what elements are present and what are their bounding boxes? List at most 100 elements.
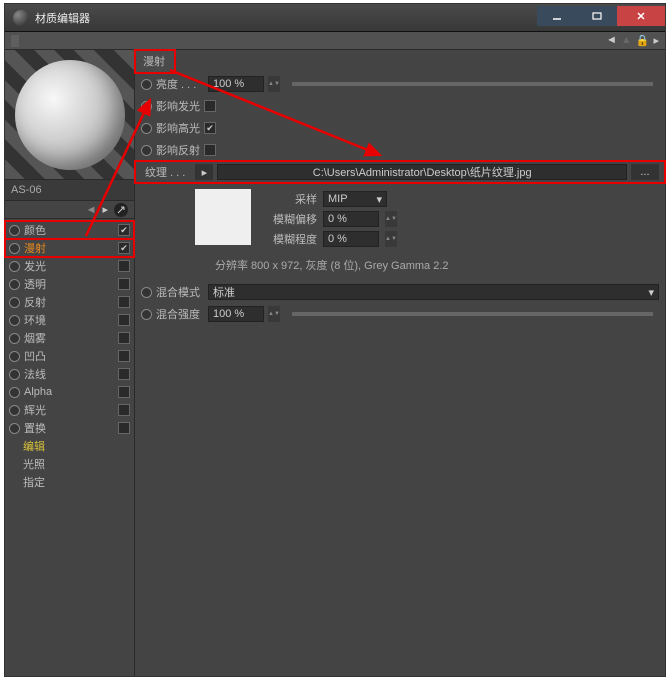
radio-icon[interactable] — [9, 315, 20, 326]
affect-specular-label: 影响高光 — [156, 120, 200, 136]
mix-mode-dropdown[interactable]: 标准▾ — [208, 284, 659, 300]
maximize-button[interactable] — [577, 6, 617, 26]
affect-luminance-label: 影响发光 — [156, 98, 200, 114]
channel-checkbox[interactable] — [118, 314, 130, 326]
radio-icon[interactable] — [141, 287, 152, 298]
material-nav: ◄ ▸ — [5, 201, 134, 219]
blur-scale-spinner[interactable]: ▲▼ — [385, 231, 397, 247]
radio-icon[interactable] — [9, 297, 20, 308]
sampling-label: 采样 — [261, 191, 317, 207]
mix-strength-spinner[interactable]: ▲▼ — [268, 306, 280, 322]
channel-checkbox[interactable] — [118, 242, 130, 254]
radio-icon[interactable] — [9, 405, 20, 416]
channel-checkbox[interactable] — [118, 260, 130, 272]
channel-list: 颜色漫射发光透明反射环境烟雾凹凸法线 Alpha 辉光置换编辑光照指定 — [5, 219, 134, 493]
radio-icon[interactable] — [9, 387, 20, 398]
radio-icon[interactable] — [141, 79, 152, 90]
channel-environment[interactable]: 环境 — [5, 311, 134, 329]
texture-detail: 采样 MIP▾ 模糊偏移 0 % ▲▼ 模糊程度 0 % ▲▼ — [135, 183, 665, 253]
brightness-slider[interactable] — [292, 82, 653, 86]
channel-normal[interactable]: 法线 — [5, 365, 134, 383]
sub-edit[interactable]: 编辑 — [5, 437, 134, 455]
close-button[interactable] — [617, 6, 665, 26]
texture-thumbnail[interactable] — [195, 189, 251, 245]
nav-back-icon[interactable]: ◄ — [606, 34, 617, 47]
minimize-button[interactable] — [537, 6, 577, 26]
channel-alpha[interactable]: Alpha — [5, 383, 134, 401]
affect-reflection-checkbox[interactable] — [204, 144, 216, 156]
affect-specular-checkbox[interactable] — [204, 122, 216, 134]
next-material-icon[interactable] — [114, 203, 128, 217]
titlebar[interactable]: 材质编辑器 — [5, 4, 665, 32]
channel-glow[interactable]: 辉光 — [5, 401, 134, 419]
channel-label: 反射 — [24, 294, 118, 310]
channel-checkbox[interactable] — [118, 332, 130, 344]
mix-mode-row: 混合模式 标准▾ — [135, 281, 665, 303]
channel-label: 烟雾 — [24, 330, 118, 346]
brightness-label: 亮度 . . . — [156, 76, 204, 92]
mix-strength-slider[interactable] — [292, 312, 653, 316]
blur-offset-input[interactable]: 0 % — [323, 211, 379, 227]
lock-icon[interactable]: 🔒 — [636, 34, 650, 47]
material-name[interactable]: AS-06 — [5, 180, 134, 201]
channel-checkbox[interactable] — [118, 350, 130, 362]
channel-luminance[interactable]: 发光 — [5, 257, 134, 275]
channel-checkbox[interactable] — [118, 368, 130, 380]
affect-specular-row: 影响高光 — [135, 117, 665, 139]
brightness-input[interactable]: 100 % — [208, 76, 264, 92]
affect-luminance-checkbox[interactable] — [204, 100, 216, 112]
channel-checkbox[interactable] — [118, 404, 130, 416]
radio-icon[interactable] — [141, 123, 152, 134]
radio-icon[interactable] — [9, 225, 20, 236]
channel-label: Alpha — [24, 386, 118, 398]
channel-label: 环境 — [24, 312, 118, 328]
sub-illumination[interactable]: 光照 — [5, 455, 134, 473]
radio-icon[interactable] — [141, 309, 152, 320]
radio-icon[interactable] — [141, 101, 152, 112]
material-preview[interactable] — [5, 50, 134, 180]
channel-fog[interactable]: 烟雾 — [5, 329, 134, 347]
sep-icon: ▸ — [102, 203, 108, 216]
toolbar: ▒ ◄ ▲ 🔒 ▸ — [5, 32, 665, 50]
brightness-spinner[interactable]: ▲▼ — [268, 76, 280, 92]
menu-icon[interactable]: ▸ — [653, 34, 659, 47]
blur-scale-input[interactable]: 0 % — [323, 231, 379, 247]
radio-icon[interactable] — [9, 279, 20, 290]
blur-offset-spinner[interactable]: ▲▼ — [385, 211, 397, 227]
blur-offset-row: 模糊偏移 0 % ▲▼ — [261, 209, 659, 229]
channel-checkbox[interactable] — [118, 224, 130, 236]
channel-reflection[interactable]: 反射 — [5, 293, 134, 311]
channel-transparency[interactable]: 透明 — [5, 275, 134, 293]
radio-icon[interactable] — [9, 369, 20, 380]
radio-icon[interactable] — [9, 261, 20, 272]
radio-icon[interactable] — [141, 145, 152, 156]
channel-checkbox[interactable] — [118, 422, 130, 434]
material-editor-window: 材质编辑器 ▒ ◄ ▲ 🔒 ▸ AS-06 ◄ ▸ 颜色漫射发光透明反射环 — [4, 3, 666, 677]
radio-icon[interactable] — [9, 423, 20, 434]
brightness-row: 亮度 . . . 100 % ▲▼ — [135, 73, 665, 95]
channel-diffuse[interactable]: 漫射 — [5, 239, 134, 257]
texture-path-input[interactable]: C:\Users\Administrator\Desktop\纸片纹理.jpg — [217, 164, 627, 180]
radio-icon[interactable] — [9, 351, 20, 362]
texture-menu-button[interactable]: ▸ — [195, 164, 213, 180]
channel-bump[interactable]: 凹凸 — [5, 347, 134, 365]
channel-color[interactable]: 颜色 — [5, 221, 134, 239]
sampling-row: 采样 MIP▾ — [261, 189, 659, 209]
channel-displacement[interactable]: 置换 — [5, 419, 134, 437]
mix-mode-label: 混合模式 — [156, 284, 204, 300]
radio-icon[interactable] — [9, 333, 20, 344]
channel-checkbox[interactable] — [118, 386, 130, 398]
section-header: 漫射 — [135, 50, 175, 73]
radio-icon[interactable] — [9, 243, 20, 254]
texture-row: 纹理 . . . ▸ C:\Users\Administrator\Deskto… — [135, 161, 665, 183]
nav-fwd-icon[interactable]: ▲ — [621, 34, 632, 47]
texture-browse-button[interactable]: ... — [631, 164, 659, 180]
mix-strength-input[interactable]: 100 % — [208, 306, 264, 322]
sampling-dropdown[interactable]: MIP▾ — [323, 191, 387, 207]
channel-label: 颜色 — [24, 222, 118, 238]
prev-material-icon[interactable]: ◄ — [86, 204, 97, 216]
channel-checkbox[interactable] — [118, 296, 130, 308]
channel-label: 辉光 — [24, 402, 118, 418]
channel-checkbox[interactable] — [118, 278, 130, 290]
sub-assign[interactable]: 指定 — [5, 473, 134, 491]
